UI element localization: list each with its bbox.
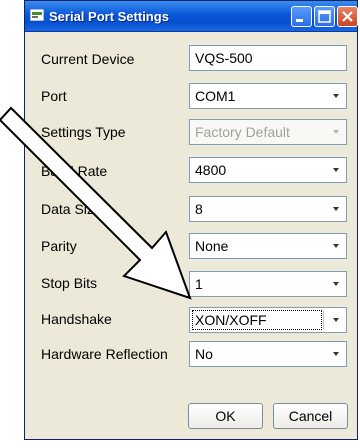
callout-arrow-icon	[0, 106, 192, 300]
